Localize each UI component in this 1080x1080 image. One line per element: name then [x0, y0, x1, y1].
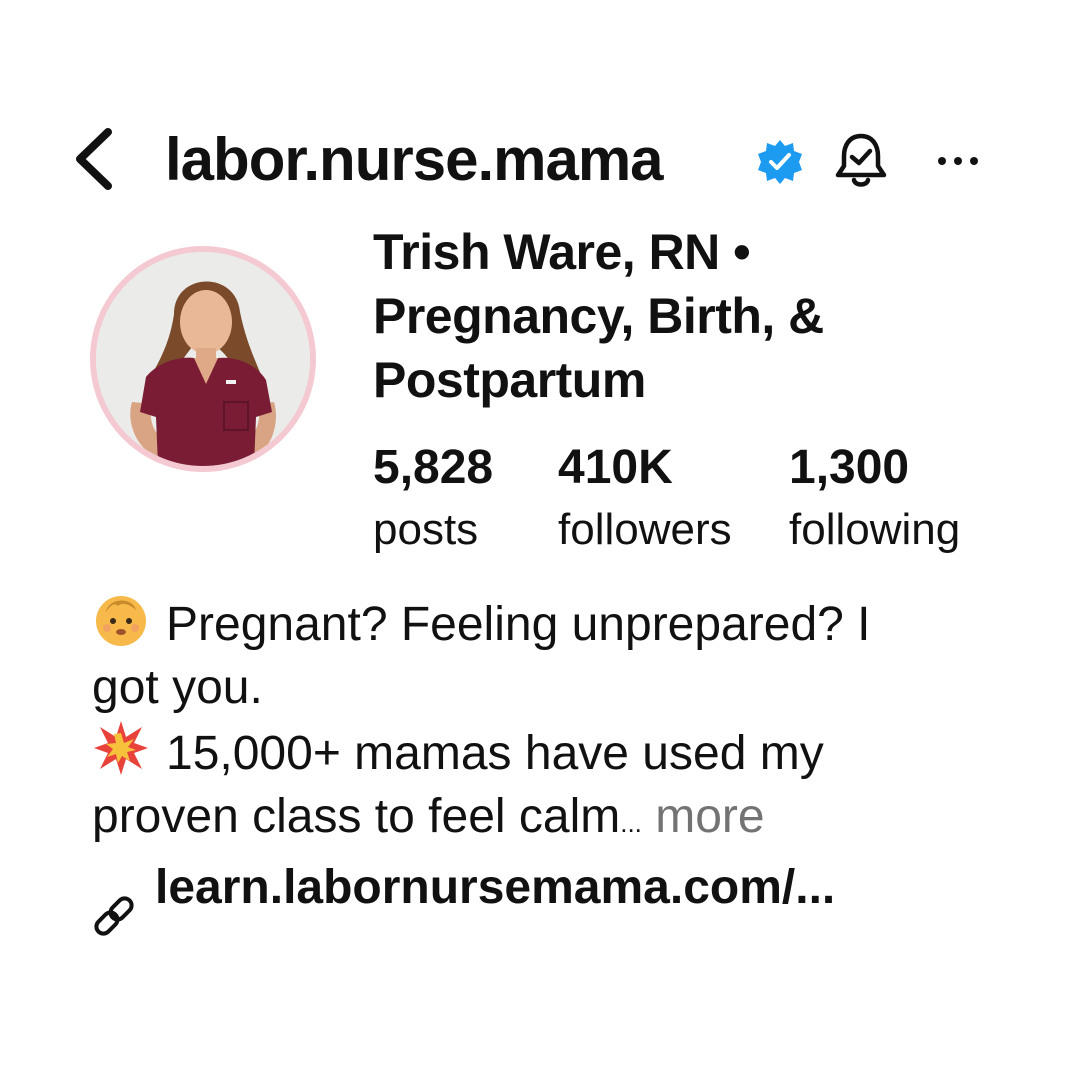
followers-stat[interactable]: 410K followers — [558, 438, 732, 562]
bell-icon — [835, 133, 887, 187]
back-button[interactable] — [66, 124, 126, 194]
bio-line-4-text: proven class to feel calm — [92, 790, 621, 843]
bio-line-2: got you. — [92, 661, 263, 714]
more-horizontal-icon — [938, 157, 978, 165]
link-icon — [90, 892, 138, 940]
chevron-left-icon — [76, 128, 112, 190]
profile-link[interactable]: learn.labornursemama.com/... — [90, 858, 1050, 948]
verified-badge-icon — [756, 138, 804, 186]
profile-display-name: Trish Ware, RN • Pregnancy, Birth, & Pos… — [373, 224, 824, 408]
profile-link-text[interactable]: learn.labornursemama.com/... — [155, 858, 835, 918]
avatar[interactable] — [96, 252, 310, 466]
posts-stat[interactable]: 5,828 posts — [373, 438, 493, 562]
notifications-button[interactable] — [830, 130, 892, 192]
posts-label: posts — [373, 505, 479, 554]
bio-ellipsis: ... — [620, 808, 642, 838]
baby-emoji-icon — [92, 590, 150, 648]
profile-username: labor.nurse.mama — [165, 126, 664, 193]
profile-stats: 5,828 posts 410K followers 1,300 followi… — [373, 438, 1053, 568]
bio-more-link[interactable]: more — [655, 790, 764, 843]
following-count: 1,300 — [789, 441, 910, 494]
posts-count: 5,828 — [373, 441, 494, 494]
followers-label: followers — [558, 505, 732, 554]
following-label: following — [789, 505, 961, 554]
profile-bio: Pregnant? Feeling unprepared? I got you.… — [92, 590, 1012, 855]
bio-line-3-text: 15,000+ mamas have used my — [166, 727, 824, 780]
following-stat[interactable]: 1,300 following — [789, 438, 960, 562]
more-options-button[interactable] — [930, 146, 986, 176]
followers-count: 410K — [558, 441, 673, 494]
bio-line-3: 15,000+ mamas have used my — [92, 719, 1012, 785]
avatar-ring[interactable] — [90, 246, 316, 472]
collision-emoji-icon — [92, 719, 150, 777]
bio-line-1-text: Pregnant? Feeling unprepared? I — [166, 598, 871, 651]
bio-line-4: proven class to feel calm... more — [92, 785, 1012, 855]
profile-header: labor.nurse.mama — [0, 110, 1080, 210]
bio-line-1: Pregnant? Feeling unprepared? I — [92, 590, 1012, 656]
